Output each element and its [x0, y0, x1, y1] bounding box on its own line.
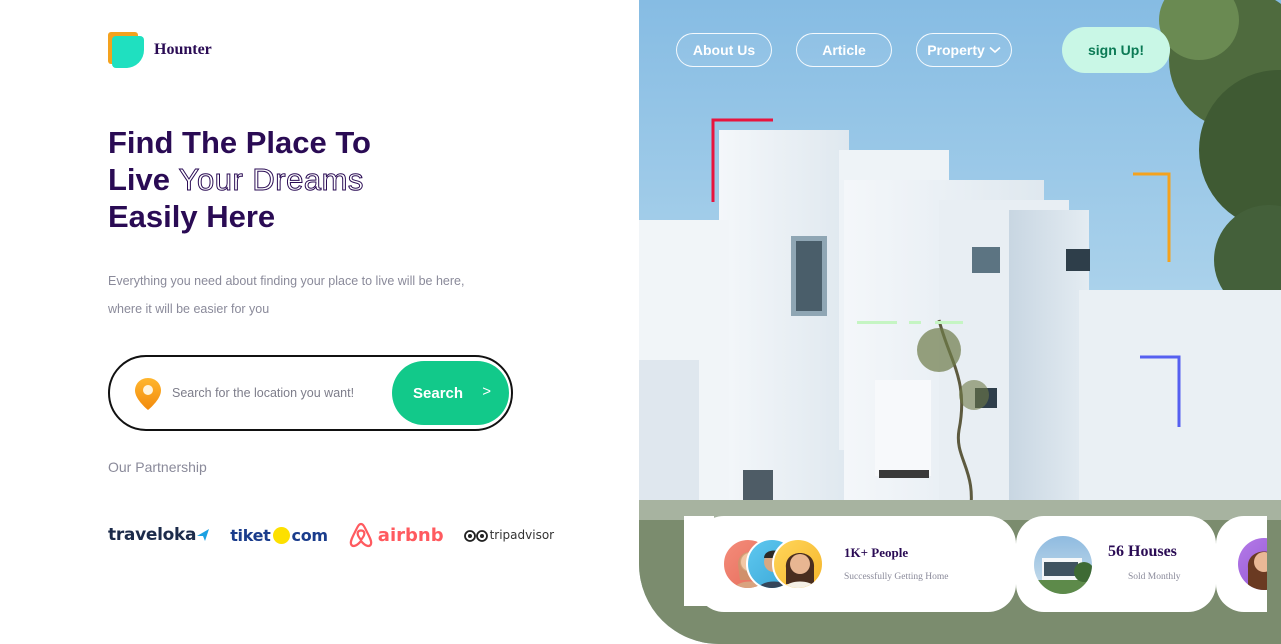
tripadvisor-logo[interactable]: tripadvisor: [463, 520, 554, 550]
chevron-down-icon: [989, 46, 1001, 54]
people-stat-card: 1K+ People Successfully Getting Home: [696, 516, 1016, 612]
headline-line-1: Find The Place To: [108, 125, 371, 160]
brand-logo[interactable]: Hounter: [108, 32, 212, 68]
partner-logos: traveloka tiket com airbnb tripadvisor: [108, 520, 574, 550]
houses-stat-card: 56 Houses Sold Monthly: [1016, 516, 1216, 612]
orange-corner-accent: [1133, 172, 1171, 262]
nav-property-dropdown[interactable]: Property: [916, 33, 1012, 67]
headline-line-3: Easily Here: [108, 199, 276, 234]
people-stat-title: 1K+ People: [844, 545, 909, 560]
avatar: [1238, 538, 1267, 590]
landing-page: Hounter Find The Place To Live Your Drea…: [0, 0, 1281, 644]
subtext-line-2: where it will be easier for you: [108, 302, 270, 316]
hero-subtext: Everything you need about finding your p…: [108, 267, 488, 323]
nav-article[interactable]: Article: [796, 33, 892, 67]
houses-stat-subtitle: Sold Monthly: [1128, 572, 1181, 582]
blue-corner-accent: [1140, 355, 1181, 427]
chevron-right-icon: >: [482, 383, 491, 400]
location-pin-icon: [135, 378, 161, 410]
headline-line-2-outline: Your Dreams: [178, 162, 364, 198]
brand-name: Hounter: [154, 41, 212, 58]
traveloka-logo[interactable]: traveloka: [108, 520, 210, 550]
search-button[interactable]: Search >: [392, 361, 509, 425]
search-button-label: Search: [413, 384, 464, 402]
nav-about-us[interactable]: About Us: [676, 33, 772, 67]
signup-button[interactable]: sign Up!: [1062, 27, 1170, 73]
partnership-label: Our Partnership: [108, 459, 207, 475]
search-input[interactable]: [172, 381, 387, 405]
bird-icon: [197, 529, 210, 541]
airbnb-icon: [349, 522, 373, 548]
houses-stat-title: 56 Houses: [1108, 543, 1177, 560]
location-search-bar: Search >: [108, 355, 513, 431]
hero-headline: Find The Place To Live Your Dreams Easil…: [108, 124, 371, 235]
tiket-logo[interactable]: tiket com: [230, 520, 328, 550]
avatar: [772, 538, 824, 590]
red-corner-accent: [711, 118, 773, 202]
airbnb-logo[interactable]: airbnb: [348, 520, 444, 550]
tiket-dot-icon: [272, 526, 290, 544]
people-stat-subtitle: Successfully Getting Home: [844, 572, 949, 582]
owl-icon: [463, 530, 488, 542]
headline-line-2-solid: Live: [108, 162, 171, 197]
logo-mark-icon: [108, 32, 144, 68]
house-thumbnail: [1034, 536, 1092, 594]
subtext-line-1: Everything you need about finding your p…: [108, 274, 465, 288]
stat-card-partial-right: [1216, 516, 1267, 612]
